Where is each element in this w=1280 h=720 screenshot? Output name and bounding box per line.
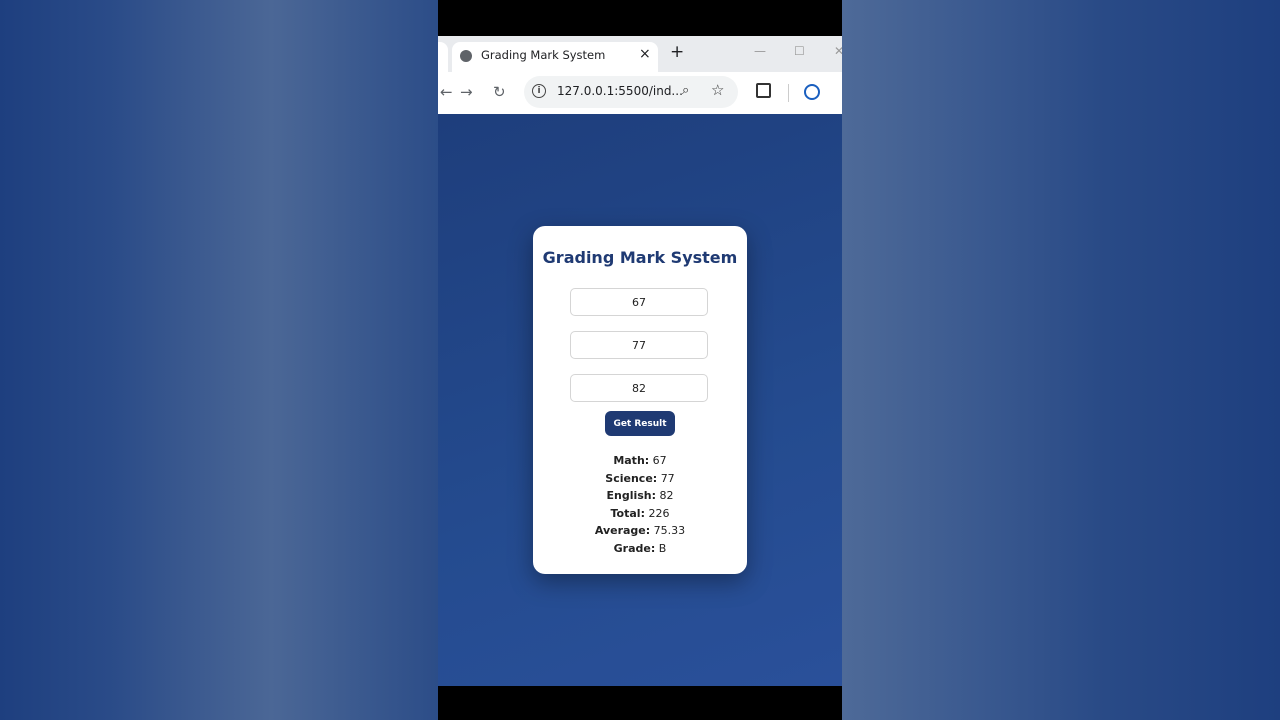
result-grade: Grade: B <box>613 541 667 555</box>
browser-frame: Grading Mark System × + — ☐ ✕ ← → ↻ i 12… <box>438 0 842 720</box>
globe-icon <box>460 50 472 62</box>
star-icon[interactable]: ☆ <box>711 81 724 99</box>
page-content: Grading Mark System Get Result Math: 67 … <box>438 114 842 686</box>
close-window-button[interactable]: ✕ <box>834 44 842 58</box>
extensions-icon[interactable] <box>756 83 771 98</box>
left-background <box>0 0 438 720</box>
tab-title: Grading Mark System <box>481 48 606 62</box>
result-math: Math: 67 <box>613 454 667 467</box>
toolbar-divider <box>788 84 789 102</box>
grading-card: Grading Mark System Get Result Math: 67 … <box>533 226 747 574</box>
reload-icon[interactable]: ↻ <box>493 83 506 101</box>
address-bar[interactable]: i 127.0.0.1:5500/ind... ⌕ ☆ <box>524 76 738 108</box>
result-english: English: 82 <box>606 489 674 502</box>
profile-icon[interactable] <box>804 84 820 100</box>
maximize-button[interactable]: ☐ <box>794 44 805 58</box>
result-average: Average: 75.33 <box>594 524 686 537</box>
back-icon[interactable]: ← <box>440 83 453 101</box>
results-panel: Math: 67 Science: 77 English: 82 Total: … <box>533 452 747 557</box>
zoom-icon[interactable]: ⌕ <box>682 83 689 98</box>
result-total: Total: 226 <box>610 506 670 520</box>
bottom-letterbox <box>438 686 842 720</box>
minimize-button[interactable]: — <box>754 44 766 58</box>
get-result-button[interactable]: Get Result <box>605 411 675 436</box>
tab-close-icon[interactable]: × <box>639 46 651 62</box>
url-text[interactable]: 127.0.0.1:5500/ind... <box>557 84 683 98</box>
forward-icon[interactable]: → <box>460 83 473 101</box>
browser-chrome: Grading Mark System × + — ☐ ✕ ← → ↻ i 12… <box>438 36 842 114</box>
previous-tab-edge[interactable] <box>438 42 448 72</box>
page-title: Grading Mark System <box>542 248 738 267</box>
new-tab-button[interactable]: + <box>670 42 684 62</box>
info-icon[interactable]: i <box>532 84 546 98</box>
math-input[interactable] <box>570 288 708 316</box>
tab-grading[interactable]: Grading Mark System × <box>452 42 658 72</box>
right-background <box>842 0 1280 720</box>
result-science: Science: 77 <box>605 471 675 485</box>
science-input[interactable] <box>570 331 708 359</box>
browser-toolbar: ← → ↻ i 127.0.0.1:5500/ind... ⌕ ☆ <box>438 72 842 114</box>
english-input[interactable] <box>570 374 708 402</box>
tab-bar: Grading Mark System × + — ☐ ✕ <box>438 36 842 72</box>
